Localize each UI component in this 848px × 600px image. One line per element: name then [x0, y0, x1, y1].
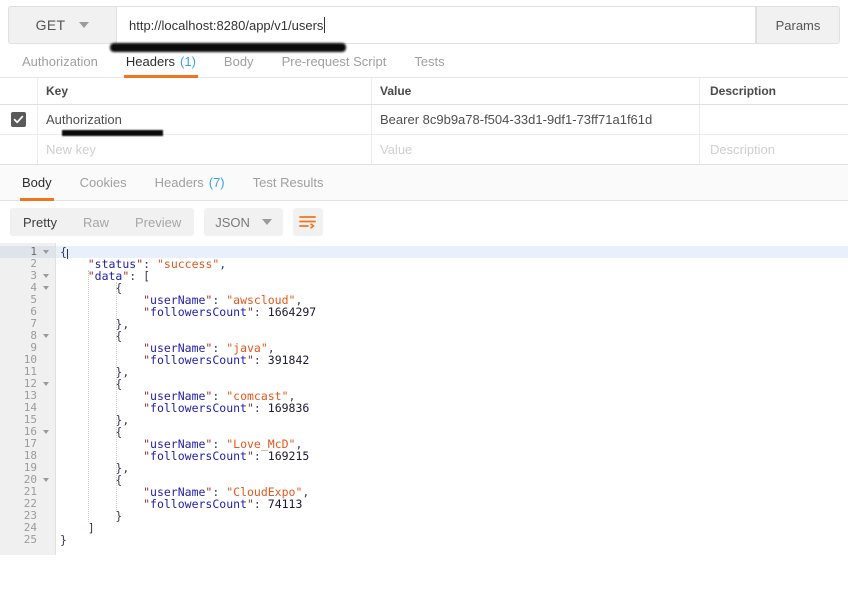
row-enable-checkbox[interactable]: [11, 112, 26, 127]
code-line: "data": [: [87, 269, 151, 283]
code-line: }: [115, 509, 123, 523]
response-body-viewer[interactable]: 1 2 3 4 5 6 7 8 9 10 11 12 13 14 15 16 17 18 19 20 21 22 23 24 2…: [0, 243, 848, 555]
header-key-input[interactable]: Authorization: [38, 105, 372, 136]
line-number: 4: [0, 282, 55, 294]
new-value-placeholder: Value: [380, 142, 413, 157]
line-number: 2: [30, 257, 37, 270]
response-tab-test-results[interactable]: Test Results: [239, 165, 338, 200]
indent-guide: [88, 270, 89, 522]
header-cell-checkbox: [0, 78, 38, 104]
json-code-area[interactable]: { "status": "success", "data": [ { "user…: [56, 243, 848, 555]
header-key-text: Authorization: [46, 112, 122, 127]
word-wrap-icon: [299, 216, 317, 229]
fold-toggle-icon[interactable]: [40, 334, 51, 338]
tab-body[interactable]: Body: [210, 45, 268, 77]
params-button[interactable]: Params: [756, 6, 840, 44]
tab-pre-request-script-label: Pre-request Script: [281, 53, 387, 69]
view-mode-group: Pretty Raw Preview: [10, 208, 195, 236]
indent-guide: [116, 282, 117, 510]
request-url-bar: GET http://localhost:8280/app/v1/users P…: [0, 0, 848, 52]
response-tab-body-label: Body: [22, 175, 52, 190]
fold-toggle-icon[interactable]: [40, 382, 51, 386]
header-value-input[interactable]: Bearer 8c9b9a78-f504-33d1-9df1-73ff71a1f…: [372, 105, 700, 134]
table-header-row: Key Value Description: [0, 78, 848, 105]
table-row-new[interactable]: New key Value Description: [0, 135, 848, 165]
headers-table: Key Value Description Authorization Bear…: [0, 78, 848, 165]
new-key-placeholder: New key: [46, 142, 96, 157]
tab-tests[interactable]: Tests: [400, 45, 458, 77]
fold-toggle-icon[interactable]: [40, 430, 51, 434]
url-text: http://localhost:8280/app/v1/users: [129, 17, 324, 33]
code-line: "followersCount": 74113: [143, 497, 303, 511]
response-body-toolbar: Pretty Raw Preview JSON: [0, 201, 848, 243]
code-line: "followersCount": 1664297: [143, 305, 317, 319]
code-line: "followersCount": 169836: [143, 401, 310, 415]
line-number: 3: [0, 270, 55, 282]
tab-tests-label: Tests: [414, 53, 445, 69]
code-line: "followersCount": 391842: [143, 353, 310, 367]
tab-authorization[interactable]: Authorization: [8, 45, 112, 77]
response-tab-headers-count: (7): [208, 175, 225, 190]
new-description-input[interactable]: Description: [700, 135, 848, 164]
text-caret: [324, 17, 326, 33]
new-key-input[interactable]: New key: [38, 135, 372, 164]
fold-toggle-icon[interactable]: [40, 286, 51, 290]
line-number: 5: [30, 293, 37, 306]
table-row[interactable]: Authorization Bearer 8c9b9a78-f504-33d1-…: [0, 105, 848, 136]
line-number-gutter: 1 2 3 4 5 6 7 8 9 10 11 12 13 14 15 16 17 18 19 20 21 22 23 24 2…: [0, 243, 56, 555]
chevron-down-icon: [79, 22, 90, 28]
word-wrap-button[interactable]: [292, 208, 323, 236]
response-tab-headers[interactable]: Headers (7): [141, 165, 239, 200]
fold-toggle-icon[interactable]: [40, 478, 51, 482]
tab-headers-count: (1): [180, 53, 196, 69]
view-mode-pretty[interactable]: Pretty: [10, 208, 70, 236]
code-line: },: [115, 461, 130, 475]
response-format-label: JSON: [215, 214, 250, 230]
new-value-input[interactable]: Value: [372, 135, 700, 164]
new-description-placeholder: Description: [710, 142, 776, 157]
view-mode-raw[interactable]: Raw: [70, 208, 122, 236]
column-header-value: Value: [380, 84, 412, 98]
http-method-select[interactable]: GET: [8, 6, 116, 44]
tab-pre-request-script[interactable]: Pre-request Script: [268, 45, 401, 77]
response-tab-cookies-label: Cookies: [79, 175, 127, 190]
url-input[interactable]: http://localhost:8280/app/v1/users: [116, 6, 756, 44]
line-number: 7: [30, 317, 37, 330]
fold-toggle-icon[interactable]: [40, 274, 51, 278]
response-tab-cookies[interactable]: Cookies: [66, 165, 141, 200]
chevron-down-icon: [261, 219, 272, 225]
line-number: 1: [0, 246, 55, 258]
line-number: 25: [23, 533, 37, 546]
response-format-select[interactable]: JSON: [204, 208, 283, 236]
code-line: },: [115, 365, 130, 379]
response-tab-headers-label: Headers: [154, 175, 204, 190]
header-description-input[interactable]: [700, 105, 848, 134]
code-line: "followersCount": 169215: [143, 449, 310, 463]
new-row-checkbox-cell: [0, 135, 38, 164]
fold-toggle-icon[interactable]: [40, 250, 51, 254]
column-header-description: Description: [710, 84, 777, 98]
code-line: },: [115, 317, 130, 331]
view-mode-preview[interactable]: Preview: [122, 208, 194, 236]
http-method-label: GET: [35, 17, 66, 33]
response-tab-body[interactable]: Body: [8, 165, 66, 201]
code-line: ]: [87, 521, 95, 535]
response-tab-test-results-label: Test Results: [252, 175, 324, 190]
header-value-text: Bearer 8c9b9a78-f504-33d1-9df1-73ff71a1f…: [380, 112, 653, 127]
column-header-key: Key: [46, 84, 69, 98]
code-line: }: [60, 533, 67, 547]
request-tabs: Authorization Headers (1) Body Pre-reque…: [0, 45, 848, 78]
code-line: "status": "success",: [87, 257, 227, 271]
tab-headers[interactable]: Headers (1): [112, 45, 210, 78]
line-number: 8: [0, 330, 55, 342]
tab-body-label: Body: [223, 53, 254, 69]
line-number: 6: [30, 305, 37, 318]
code-line: },: [115, 413, 130, 427]
response-tabs: Body Cookies Headers (7) Test Results: [0, 165, 848, 201]
tab-authorization-label: Authorization: [22, 53, 98, 69]
tab-headers-label: Headers: [125, 53, 176, 69]
